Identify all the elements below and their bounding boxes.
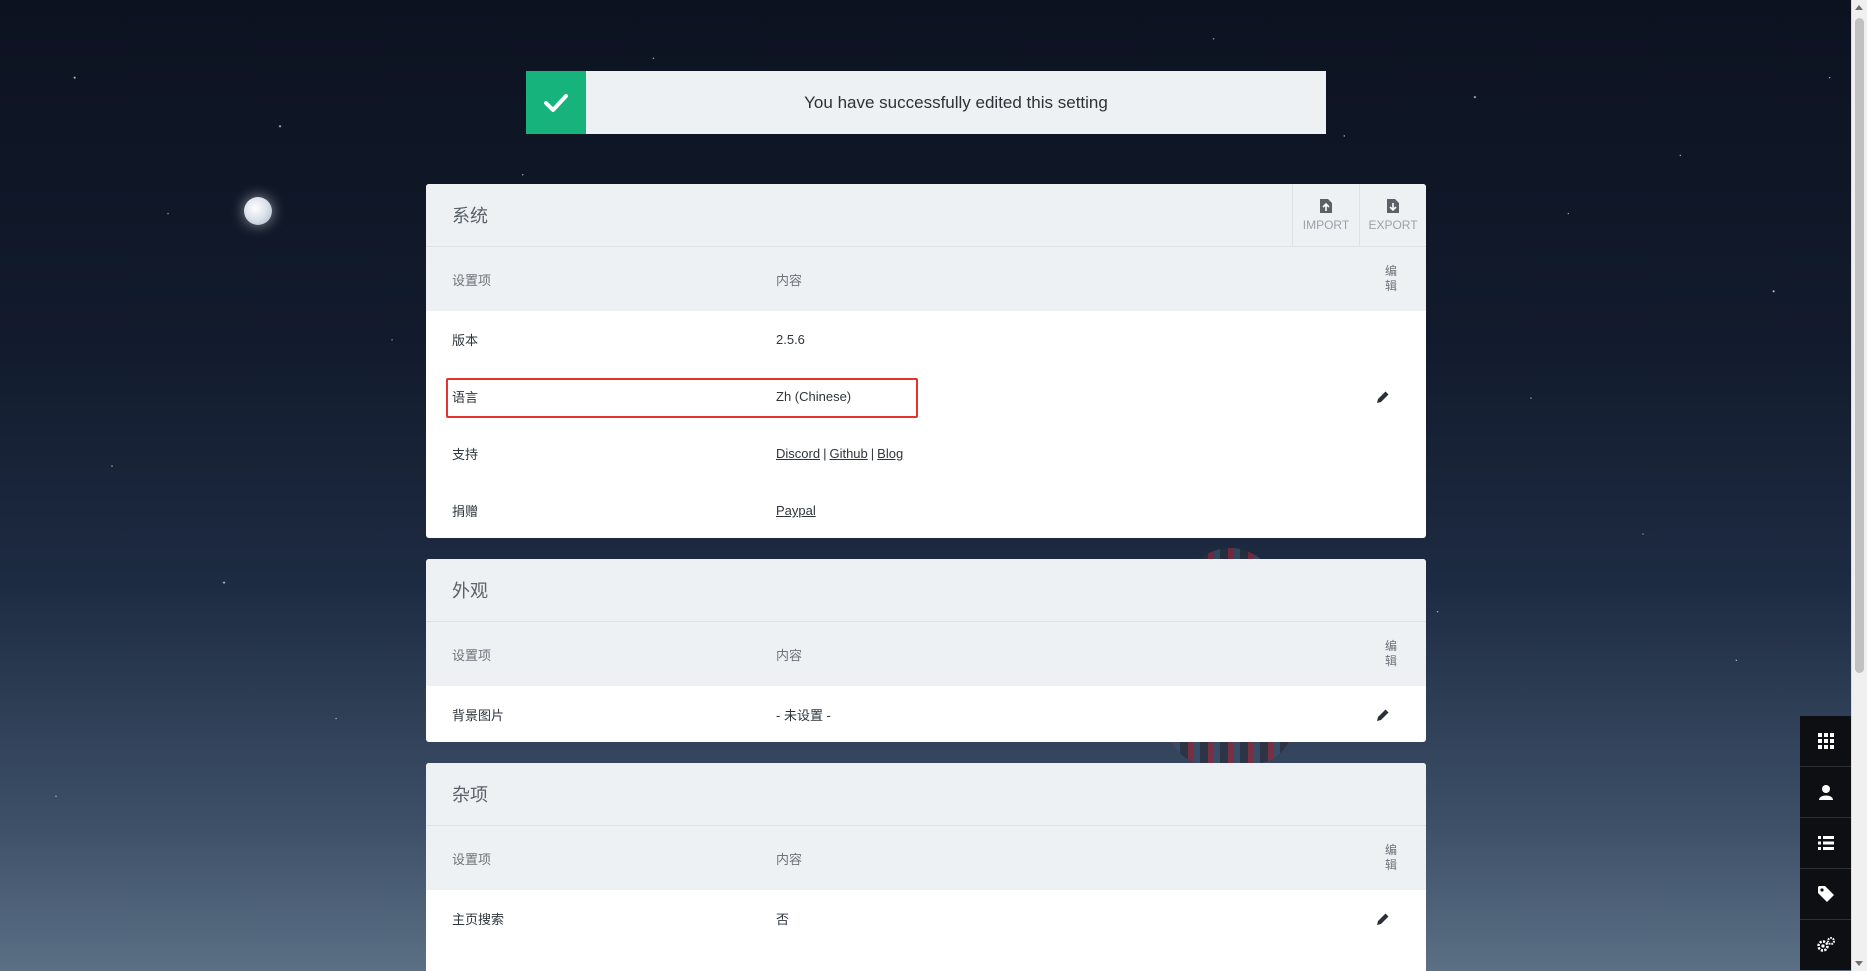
header-edit: 编辑 [1384,639,1397,668]
edit-background-button[interactable] [1376,708,1390,722]
tag-icon [1818,886,1834,902]
check-icon [544,93,568,112]
table-row-version: 版本 2.5.6 [426,311,1426,368]
export-label: EXPORT [1368,218,1418,232]
appearance-settings-card: 外观 设置项 内容 编辑 背景图片 - 未设置 - [426,559,1426,742]
row-label: 版本 [452,333,479,348]
row-value: Zh (Chinese) [776,389,852,404]
import-label: IMPORT [1302,218,1350,232]
alert-icon-box [526,71,586,134]
list-icon [1818,836,1834,850]
export-button[interactable]: EXPORT [1359,184,1426,246]
dock-grid-button[interactable] [1800,716,1852,767]
discord-link[interactable]: Discord [776,446,820,461]
page-scrollbar[interactable] [1851,0,1867,971]
header-item: 设置项 [452,851,492,867]
header-content: 内容 [776,272,803,288]
table-header: 设置项 内容 编辑 [426,247,1426,311]
table-header: 设置项 内容 编辑 [426,826,1426,890]
pencil-icon [1377,709,1389,721]
table-row-homepage-search: 主页搜索 否 [426,890,1426,947]
dock-settings-button[interactable] [1800,920,1852,970]
dock-user-button[interactable] [1800,767,1852,818]
header-item: 设置项 [452,272,492,288]
side-dock [1800,716,1852,970]
table-header: 设置项 内容 编辑 [426,622,1426,686]
moon-decoration [244,197,272,225]
misc-settings-card: 杂项 设置项 内容 编辑 主页搜索 否 [426,763,1426,971]
donate-links: Paypal [776,503,816,518]
card-header: 杂项 [426,763,1426,826]
row-label: 语言 [452,390,479,405]
table-row-partial [426,947,1426,971]
row-value: - 未设置 - [776,708,831,723]
success-alert: You have successfully edited this settin… [526,71,1326,134]
settings-icon [1817,937,1835,952]
header-content: 内容 [776,647,803,663]
card-title: 外观 [452,581,488,601]
support-links: Discord | Github | Blog [776,446,903,461]
row-label: 支持 [452,447,479,462]
table-row-donate: 捐赠 Paypal [426,482,1426,538]
row-value: 否 [776,912,790,927]
pencil-icon [1377,391,1389,403]
row-label: 背景图片 [452,708,505,723]
card-header: 外观 [426,559,1426,622]
table-body: 版本 2.5.6 语言 Zh (Chinese) 支持 Discord | Gith… [426,311,1426,538]
dock-tag-button[interactable] [1800,869,1852,920]
export-icon [1387,199,1399,213]
dock-list-button[interactable] [1800,818,1852,869]
card-title: 系统 [452,206,488,226]
scroll-down-arrow[interactable] [1855,961,1863,966]
card-title: 杂项 [452,785,488,805]
header-edit: 编辑 [1384,843,1397,872]
grid-icon [1818,733,1834,749]
row-label: 主页搜索 [452,912,505,927]
link-separator: | [870,446,875,461]
link-separator: | [823,446,827,461]
alert-message: You have successfully edited this settin… [804,92,1108,112]
scroll-thumb[interactable] [1855,18,1864,673]
table-row-language: 语言 Zh (Chinese) [426,368,1426,425]
scroll-up-arrow[interactable] [1855,5,1863,10]
table-row-background: 背景图片 - 未设置 - [426,686,1426,742]
import-icon [1320,199,1332,213]
system-settings-card: 系统 IMPORT EXPORT 设置项 内容 编辑 版本 2.5.6 语言 Z… [426,184,1426,538]
row-value: 2.5.6 [776,332,805,347]
edit-homepage-search-button[interactable] [1376,912,1390,926]
header-item: 设置项 [452,647,492,663]
row-label: 捐赠 [452,504,479,519]
header-actions: IMPORT EXPORT [1292,184,1426,246]
header-content: 内容 [776,851,803,867]
header-edit: 编辑 [1384,264,1397,293]
pencil-icon [1377,913,1389,925]
user-icon [1819,785,1833,800]
edit-language-button[interactable] [1376,390,1390,404]
import-button[interactable]: IMPORT [1292,184,1359,246]
blog-link[interactable]: Blog [877,446,903,461]
paypal-link[interactable]: Paypal [776,503,816,518]
card-header: 系统 IMPORT EXPORT [426,184,1426,247]
table-row-support: 支持 Discord | Github | Blog [426,425,1426,482]
github-link[interactable]: Github [829,446,867,461]
